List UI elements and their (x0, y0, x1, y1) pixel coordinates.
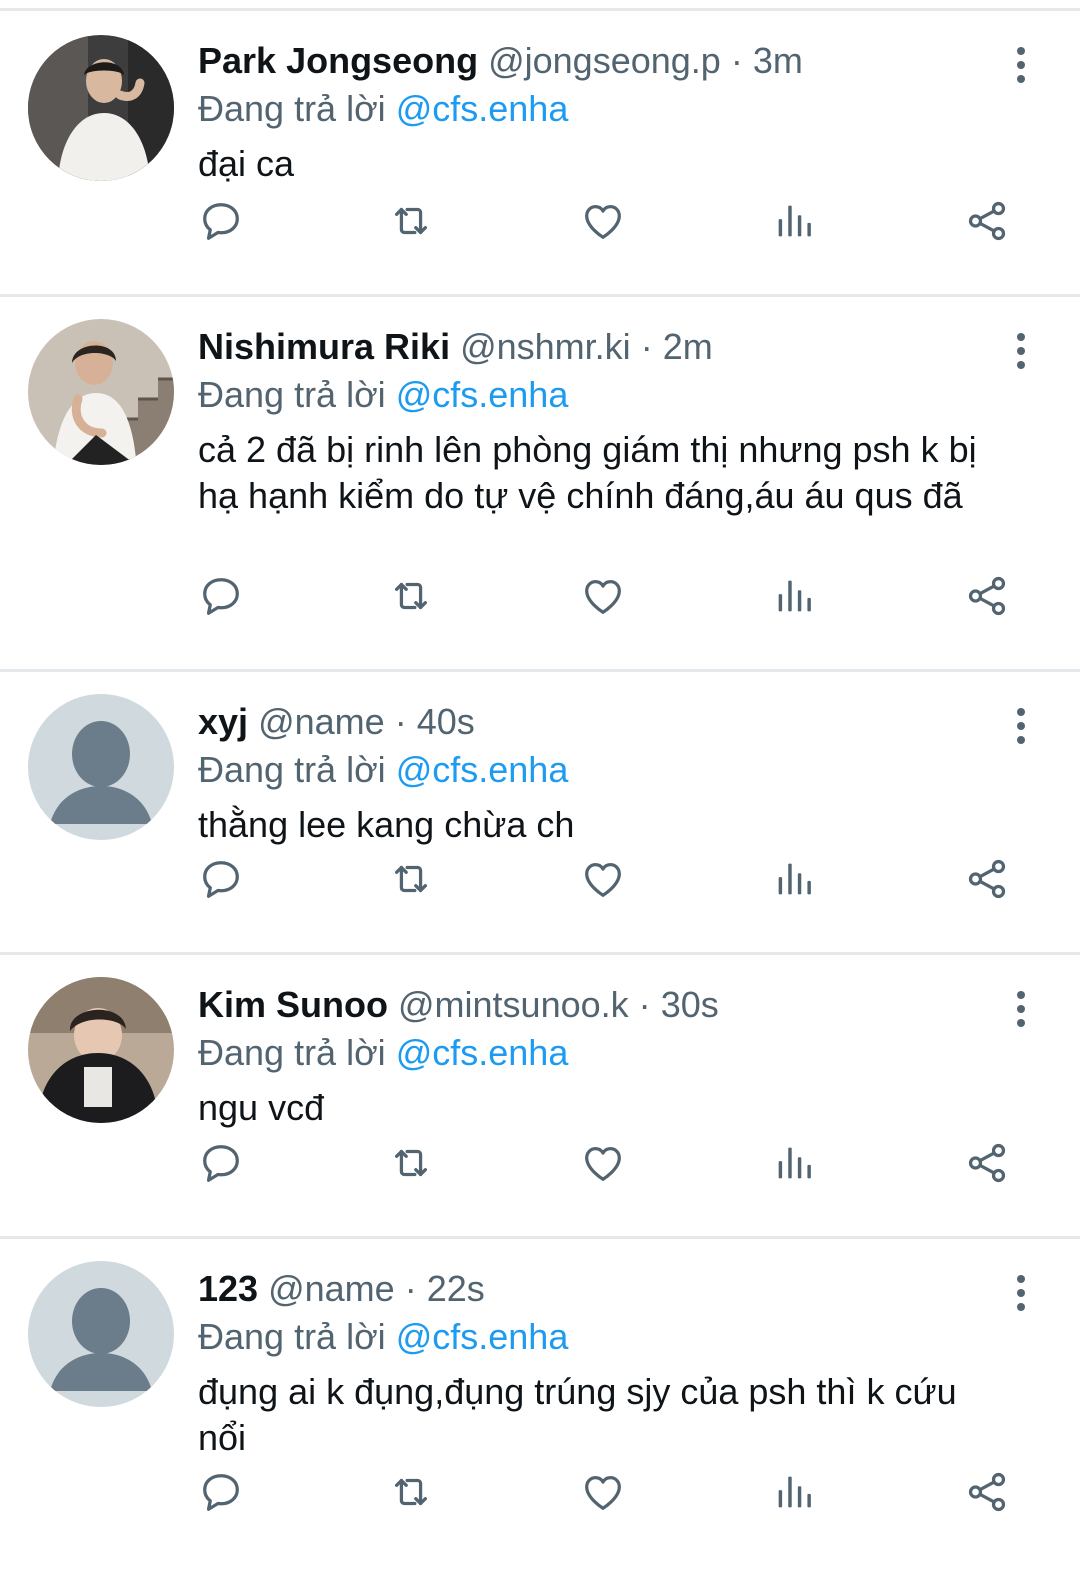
replying-label: Đang trả lời (198, 374, 386, 415)
share-icon[interactable] (957, 191, 1017, 251)
tweet-actions (0, 1462, 1080, 1522)
views-icon[interactable] (764, 191, 824, 251)
views-icon[interactable] (764, 1462, 824, 1522)
replying-label: Đang trả lời (198, 88, 386, 129)
tweet-header: xyj @name · 40s (198, 698, 1000, 746)
reply-icon[interactable] (191, 566, 251, 626)
like-icon[interactable] (573, 1462, 633, 1522)
timestamp[interactable]: 3m (753, 40, 803, 81)
tweet-text: đụng ai k đụng,đụng trúng sjy của psh th… (198, 1371, 957, 1458)
reply-to-mention[interactable]: @cfs.enha (396, 374, 569, 415)
share-icon[interactable] (957, 1133, 1017, 1193)
views-icon[interactable] (764, 849, 824, 909)
tweet-actions (0, 191, 1080, 251)
tweet-header: Nishimura Riki @nshmr.ki · 2m (198, 323, 1000, 371)
tweet-header: Kim Sunoo @mintsunoo.k · 30s (198, 981, 1000, 1029)
user-handle[interactable]: @name (258, 701, 385, 742)
replying-to: Đang trả lời @cfs.enha (198, 1313, 1000, 1361)
timestamp[interactable]: 30s (661, 984, 719, 1025)
display-name[interactable]: xyj (198, 701, 248, 742)
tweet-actions (0, 566, 1080, 626)
separator-dot: · (638, 984, 651, 1025)
replying-label: Đang trả lời (198, 749, 386, 790)
views-icon[interactable] (764, 566, 824, 626)
tweet-reply[interactable]: Kim Sunoo @mintsunoo.k · 30s Đang trả lời… (0, 952, 1080, 1236)
reply-icon[interactable] (191, 1462, 251, 1522)
retweet-icon[interactable] (381, 191, 441, 251)
tweet-actions (0, 1133, 1080, 1193)
more-icon[interactable] (1006, 1269, 1036, 1317)
reply-to-mention[interactable]: @cfs.enha (396, 88, 569, 129)
retweet-icon[interactable] (381, 849, 441, 909)
replying-to: Đang trả lời @cfs.enha (198, 371, 1000, 419)
share-icon[interactable] (957, 849, 1017, 909)
share-icon[interactable] (957, 566, 1017, 626)
separator-dot: · (640, 326, 653, 367)
reply-icon[interactable] (191, 191, 251, 251)
tweet-body: Nishimura Riki @nshmr.ki · 2m Đang trả lờ… (198, 323, 1000, 519)
more-icon[interactable] (1006, 985, 1036, 1033)
tweet-reply[interactable]: Nishimura Riki @nshmr.ki · 2m Đang trả lờ… (0, 294, 1080, 669)
tweet-header: 123 @name · 22s (198, 1265, 1000, 1313)
reply-to-mention[interactable]: @cfs.enha (396, 1032, 569, 1073)
display-name[interactable]: Park Jongseong (198, 40, 478, 81)
tweet-text: thằng lee kang chừa ch (198, 804, 575, 845)
replying-label: Đang trả lời (198, 1032, 386, 1073)
user-handle[interactable]: @name (268, 1268, 395, 1309)
tweet-reply[interactable]: Park Jongseong @jongseong.p · 3m Đang trả… (0, 8, 1080, 294)
separator-dot: · (404, 1268, 417, 1309)
avatar[interactable] (28, 319, 174, 465)
views-icon[interactable] (764, 1133, 824, 1193)
timestamp[interactable]: 2m (663, 326, 713, 367)
timestamp[interactable]: 22s (427, 1268, 485, 1309)
display-name[interactable]: 123 (198, 1268, 258, 1309)
timestamp[interactable]: 40s (417, 701, 475, 742)
tweet-text: ngu vcđ (198, 1087, 325, 1128)
replying-label: Đang trả lời (198, 1316, 386, 1357)
tweet-body: xyj @name · 40s Đang trả lời @cfs.enha thằ… (198, 698, 1000, 848)
retweet-icon[interactable] (381, 566, 441, 626)
user-handle[interactable]: @jongseong.p (488, 40, 721, 81)
avatar[interactable] (28, 977, 174, 1123)
like-icon[interactable] (573, 191, 633, 251)
retweet-icon[interactable] (381, 1462, 441, 1522)
tweet-body: Kim Sunoo @mintsunoo.k · 30s Đang trả lời… (198, 981, 1000, 1131)
reply-to-mention[interactable]: @cfs.enha (396, 749, 569, 790)
replying-to: Đang trả lời @cfs.enha (198, 746, 1000, 794)
reply-icon[interactable] (191, 1133, 251, 1193)
like-icon[interactable] (573, 1133, 633, 1193)
tweet-header: Park Jongseong @jongseong.p · 3m (198, 37, 1000, 85)
tweet-text: đại ca (198, 143, 295, 184)
display-name[interactable]: Nishimura Riki (198, 326, 450, 367)
more-icon[interactable] (1006, 702, 1036, 750)
user-handle[interactable]: @mintsunoo.k (398, 984, 629, 1025)
tweet-body: 123 @name · 22s Đang trả lời @cfs.enha đụn… (198, 1265, 1000, 1461)
share-icon[interactable] (957, 1462, 1017, 1522)
tweet-actions (0, 849, 1080, 909)
replying-to: Đang trả lời @cfs.enha (198, 1029, 1000, 1077)
like-icon[interactable] (573, 566, 633, 626)
tweet-body: Park Jongseong @jongseong.p · 3m Đang trả… (198, 37, 1000, 187)
user-handle[interactable]: @nshmr.ki (460, 326, 631, 367)
like-icon[interactable] (573, 849, 633, 909)
avatar[interactable] (28, 694, 174, 840)
tweet-text: cả 2 đã bị rinh lên phòng giám thị nhưng… (198, 429, 977, 516)
retweet-icon[interactable] (381, 1133, 441, 1193)
reply-to-mention[interactable]: @cfs.enha (396, 1316, 569, 1357)
tweet-reply[interactable]: 123 @name · 22s Đang trả lời @cfs.enha đụn… (0, 1236, 1080, 1566)
more-icon[interactable] (1006, 327, 1036, 375)
separator-dot: · (730, 40, 743, 81)
more-icon[interactable] (1006, 41, 1036, 89)
replying-to: Đang trả lời @cfs.enha (198, 85, 1000, 133)
tweet-reply[interactable]: xyj @name · 40s Đang trả lời @cfs.enha thằ… (0, 669, 1080, 952)
display-name[interactable]: Kim Sunoo (198, 984, 388, 1025)
avatar[interactable] (28, 35, 174, 181)
separator-dot: · (394, 701, 407, 742)
avatar[interactable] (28, 1261, 174, 1407)
reply-icon[interactable] (191, 849, 251, 909)
